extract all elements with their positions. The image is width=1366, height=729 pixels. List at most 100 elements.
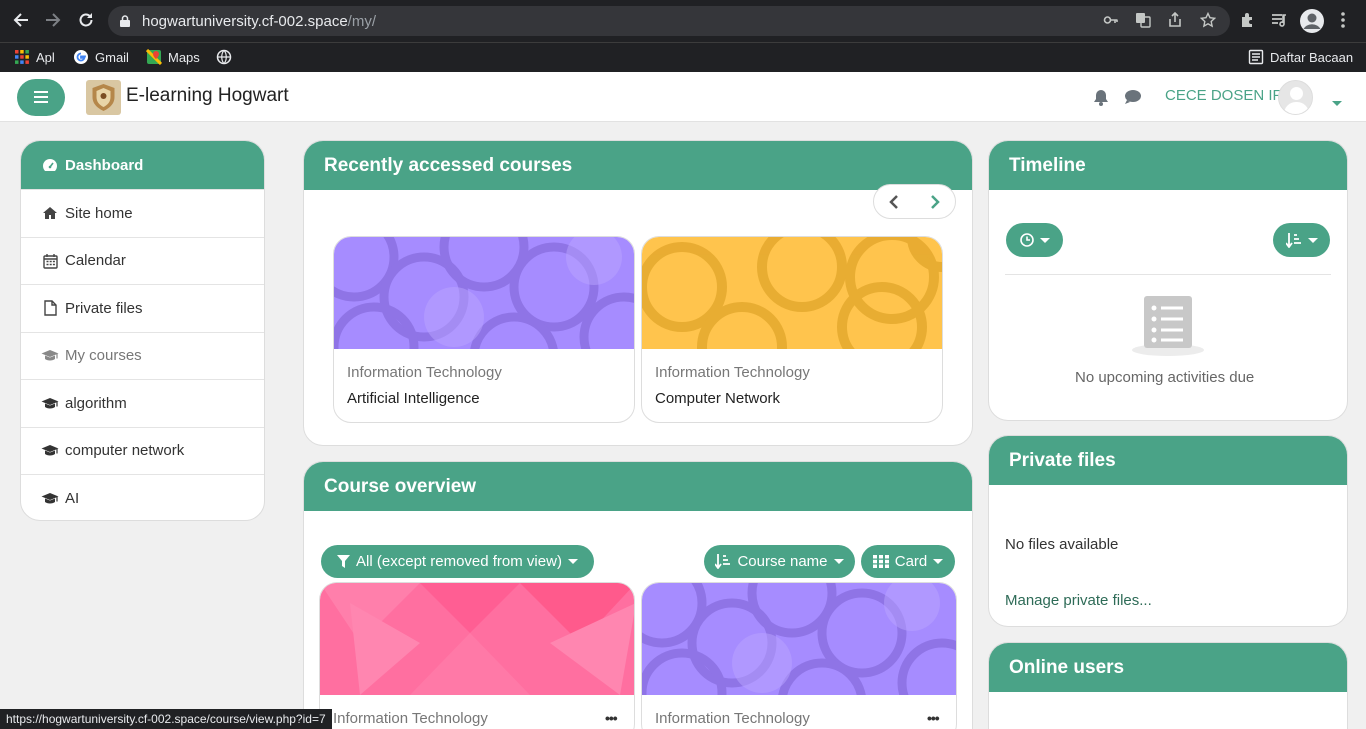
user-name[interactable]: CECE DOSEN IF bbox=[1165, 87, 1282, 104]
url-text: hogwartuniversity.cf-002.space/my/ bbox=[142, 13, 376, 30]
nav-item-label: AI bbox=[65, 490, 80, 508]
nav-item-label: computer network bbox=[65, 442, 185, 460]
bookmark-globe[interactable] bbox=[216, 49, 238, 67]
site-name[interactable]: E-learning Hogwart bbox=[126, 85, 289, 107]
prev-page-icon[interactable] bbox=[874, 185, 914, 218]
browser-toolbar: hogwartuniversity.cf-002.space/my/ bbox=[0, 0, 1366, 42]
reading-list-icon bbox=[1248, 49, 1264, 65]
clock-icon bbox=[1019, 233, 1034, 247]
recent-course-card[interactable]: Information Technology Computer Network bbox=[641, 236, 943, 423]
star-icon[interactable] bbox=[1199, 11, 1217, 30]
sort-icon bbox=[1285, 232, 1301, 248]
graduation-cap-icon bbox=[41, 444, 59, 457]
timeline-empty-message: No upcoming activities due bbox=[1075, 369, 1255, 386]
nav-item-label: My courses bbox=[65, 347, 142, 365]
bookmarks-bar: Apl Gmail Maps Daftar Bacaan bbox=[0, 42, 1366, 72]
nav-item-site-home[interactable]: Site home bbox=[21, 190, 264, 238]
globe-icon bbox=[216, 49, 232, 65]
share-icon[interactable] bbox=[1166, 11, 1184, 30]
site-navbar: E-learning Hogwart CECE DOSEN IF bbox=[0, 72, 1366, 122]
nav-item-label: Site home bbox=[65, 204, 133, 222]
bookmark-gmail[interactable]: Gmail bbox=[73, 49, 129, 67]
user-menu-caret-icon[interactable] bbox=[1332, 93, 1342, 111]
course-image bbox=[334, 237, 634, 349]
bookmark-apps[interactable]: Apl bbox=[14, 49, 55, 67]
next-page-icon[interactable] bbox=[915, 185, 955, 218]
bookmark-label: Maps bbox=[168, 50, 200, 65]
course-category: Information Technology bbox=[655, 364, 810, 381]
url-host: hogwartuniversity.cf-002.space bbox=[142, 13, 348, 30]
file-icon bbox=[41, 300, 59, 316]
nav-item-algorithm[interactable]: algorithm bbox=[21, 380, 264, 428]
more-actions-icon[interactable]: ••• bbox=[605, 710, 618, 726]
manage-private-files-link[interactable]: Manage private files... bbox=[1005, 592, 1152, 609]
profile-avatar-icon[interactable] bbox=[1300, 9, 1324, 33]
graduation-cap-icon bbox=[41, 492, 59, 505]
nav-drawer: Dashboard Site home Calendar Private fil… bbox=[20, 140, 265, 521]
course-category: Information Technology bbox=[347, 364, 502, 381]
maps-icon bbox=[146, 49, 162, 65]
nav-item-ai[interactable]: AI bbox=[21, 475, 264, 520]
home-icon bbox=[41, 206, 59, 220]
grid-view-icon bbox=[872, 555, 889, 568]
url-path: /my/ bbox=[347, 13, 377, 30]
recent-courses-pager bbox=[873, 184, 956, 219]
recent-courses-title: Recently accessed courses bbox=[304, 141, 972, 190]
nav-item-label: Private files bbox=[65, 299, 143, 317]
nav-item-label: Dashboard bbox=[65, 156, 144, 174]
chevron-down-icon bbox=[1039, 237, 1050, 243]
bookmark-label: Gmail bbox=[95, 50, 129, 65]
course-category: Information Technology bbox=[655, 710, 810, 727]
chevron-down-icon bbox=[567, 559, 578, 564]
filter-dropdown[interactable]: All (except removed from view) bbox=[321, 545, 594, 578]
chevron-down-icon bbox=[1307, 237, 1318, 243]
user-avatar[interactable] bbox=[1278, 80, 1313, 115]
course-name[interactable]: Artificial Intelligence bbox=[347, 390, 480, 407]
translate-icon[interactable] bbox=[1134, 12, 1152, 30]
sort-icon bbox=[715, 554, 731, 569]
extensions-icon[interactable] bbox=[1239, 11, 1257, 33]
dashboard-icon bbox=[41, 158, 59, 172]
nav-item-computer-network[interactable]: computer network bbox=[21, 428, 264, 475]
nav-item-private-files[interactable]: Private files bbox=[21, 285, 264, 333]
filter-icon bbox=[337, 555, 351, 568]
course-image bbox=[320, 583, 634, 695]
course-image bbox=[642, 583, 956, 695]
reload-icon[interactable] bbox=[77, 11, 95, 34]
drawer-toggle-button[interactable] bbox=[17, 79, 65, 116]
view-dropdown[interactable]: Card bbox=[861, 545, 955, 578]
view-label: Card bbox=[894, 553, 928, 570]
timeline-date-filter[interactable] bbox=[1006, 223, 1063, 257]
bell-icon[interactable] bbox=[1093, 89, 1109, 111]
chevron-down-icon bbox=[833, 559, 844, 564]
timeline-title: Timeline bbox=[989, 141, 1347, 190]
sort-dropdown[interactable]: Course name bbox=[704, 545, 855, 578]
graduation-cap-icon bbox=[41, 397, 59, 410]
google-g-icon bbox=[74, 50, 88, 64]
status-url-bar: https://hogwartuniversity.cf-002.space/c… bbox=[0, 709, 332, 729]
course-name[interactable]: Computer Network bbox=[655, 390, 780, 407]
timeline-sort[interactable] bbox=[1273, 223, 1330, 257]
recent-course-card[interactable]: Information Technology Artificial Intell… bbox=[333, 236, 635, 423]
more-actions-icon[interactable]: ••• bbox=[927, 710, 940, 726]
address-bar[interactable]: hogwartuniversity.cf-002.space/my/ bbox=[108, 6, 1230, 36]
message-icon[interactable] bbox=[1124, 89, 1142, 110]
forward-icon[interactable] bbox=[44, 11, 62, 34]
back-icon[interactable] bbox=[12, 11, 30, 34]
bookmark-maps[interactable]: Maps bbox=[146, 49, 200, 67]
overview-course-card[interactable]: Information Technology ••• bbox=[319, 582, 635, 729]
calendar-icon bbox=[41, 253, 59, 269]
reading-list[interactable]: Daftar Bacaan bbox=[1248, 49, 1353, 67]
course-category: Information Technology bbox=[333, 710, 488, 727]
online-users-block: Online users bbox=[988, 642, 1348, 729]
empty-list-icon bbox=[1131, 294, 1205, 363]
media-icon[interactable] bbox=[1270, 11, 1288, 33]
site-logo[interactable] bbox=[86, 80, 121, 115]
course-overview-title: Course overview bbox=[304, 462, 972, 511]
nav-item-calendar[interactable]: Calendar bbox=[21, 238, 264, 285]
overview-course-card[interactable]: Information Technology ••• bbox=[641, 582, 957, 729]
key-icon[interactable] bbox=[1102, 12, 1120, 30]
nav-item-my-courses[interactable]: My courses bbox=[21, 333, 264, 380]
nav-item-dashboard[interactable]: Dashboard bbox=[21, 141, 264, 190]
kebab-menu-icon[interactable] bbox=[1340, 11, 1346, 33]
